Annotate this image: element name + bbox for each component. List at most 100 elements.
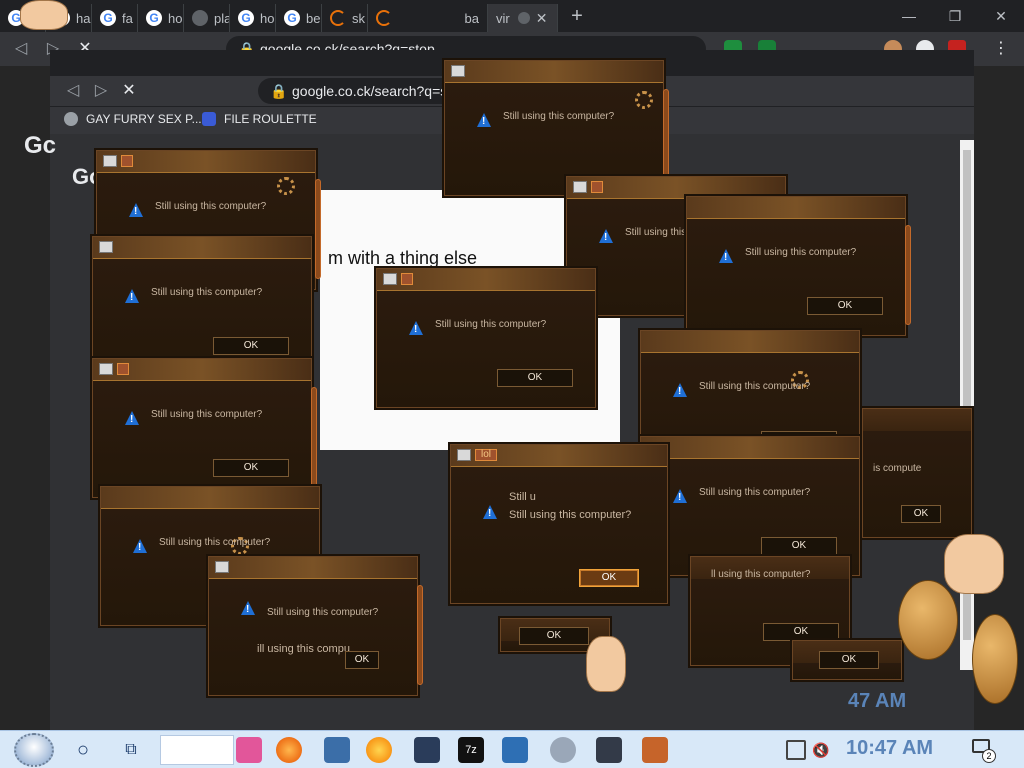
dialog-titlebar[interactable] — [445, 61, 663, 83]
tab-label: fa — [122, 10, 133, 26]
app-badge-icon: lol — [475, 449, 497, 461]
potato-cartoon — [898, 580, 958, 660]
ok-button[interactable]: OK — [761, 537, 837, 555]
dialog-message: Still using this computer? — [151, 409, 263, 420]
browser-icon[interactable] — [366, 737, 392, 763]
error-dialog: is compute OK — [862, 408, 972, 538]
tab-5[interactable]: pla — [184, 4, 230, 32]
info-icon: ! — [673, 383, 687, 397]
dialog-titlebar[interactable] — [641, 437, 859, 459]
ok-button[interactable]: OK — [519, 627, 589, 645]
ok-button[interactable]: OK — [807, 297, 883, 315]
tab-10-active[interactable]: vir ✕ — [488, 4, 558, 32]
google-logo-ghost: Gc — [24, 132, 57, 159]
ok-button[interactable]: OK — [579, 569, 639, 587]
clock-ghost: 47 AM — [848, 690, 907, 712]
close-window-button[interactable]: ✕ — [978, 0, 1024, 32]
dialog-message: Still using this computer? — [151, 287, 263, 298]
taskbar: ○ ⧉ 7z 🔇 10:47 AM 2 — [0, 730, 1024, 768]
inner-forward-button[interactable]: ▷ — [90, 80, 112, 102]
tab-6[interactable]: Gho — [230, 4, 276, 32]
action-center-icon[interactable]: 2 — [972, 739, 996, 763]
dialog-titlebar[interactable]: lol — [451, 445, 667, 467]
bookmark-2[interactable]: FILE ROULETTE — [202, 112, 317, 126]
firefox-icon[interactable] — [276, 737, 302, 763]
tab-9[interactable]: ba — [368, 4, 488, 32]
inner-back-button[interactable]: ◁ — [62, 80, 84, 102]
dialog-titlebar[interactable] — [97, 151, 315, 173]
copper-pipe — [905, 225, 911, 325]
ok-button[interactable]: OK — [213, 459, 289, 477]
back-button[interactable]: ◁ — [10, 38, 32, 60]
google-favicon-icon: G — [146, 10, 162, 26]
info-icon: ! — [719, 249, 733, 263]
inner-stop-button[interactable]: ✕ — [118, 80, 140, 102]
arcade-app-icon[interactable] — [596, 737, 622, 763]
dialog-titlebar[interactable] — [687, 197, 905, 219]
app-icon — [103, 155, 117, 167]
package-app-icon[interactable] — [642, 737, 668, 763]
dialog-titlebar[interactable] — [641, 331, 859, 353]
dialog-titlebar[interactable] — [377, 269, 595, 291]
error-dialog: ! Still using this computer? ill using t… — [208, 556, 423, 696]
gear-icon — [635, 91, 653, 109]
maximize-button[interactable]: ❐ — [932, 0, 978, 32]
notes-app-icon[interactable] — [236, 737, 262, 763]
ok-button[interactable]: OK — [213, 337, 289, 355]
bookmark-1[interactable]: GAY FURRY SEX P... — [64, 112, 202, 126]
dialog-message: Still using this computer? — [159, 537, 271, 548]
cortana-icon[interactable]: ○ — [70, 737, 96, 763]
tab-label: vir — [496, 10, 510, 26]
mute-icon — [517, 12, 530, 24]
browser-menu-button[interactable]: ⋮ — [990, 38, 1012, 60]
ok-button[interactable]: OK — [763, 623, 839, 641]
close-tab-icon[interactable]: ✕ — [536, 10, 548, 27]
tab-label: ba — [464, 10, 479, 26]
info-icon: ! — [483, 505, 497, 519]
dialog-titlebar[interactable] — [93, 237, 311, 259]
file-explorer-icon[interactable] — [324, 737, 350, 763]
dialog-message: Still using this computer? — [503, 111, 615, 122]
start-button[interactable] — [14, 733, 54, 767]
gear-icon — [277, 177, 295, 195]
app-icon — [99, 363, 113, 375]
tab-8[interactable]: sk — [322, 4, 368, 32]
cartoon-face-right — [944, 534, 1004, 594]
error-dialog: OK — [792, 640, 902, 680]
tab-3[interactable]: Gfa — [92, 4, 138, 32]
dialog-titlebar[interactable] — [209, 557, 417, 579]
google-favicon-icon: G — [238, 10, 254, 26]
dialog-message-fragment: ill using this compu — [257, 643, 350, 655]
copper-pipe — [311, 387, 317, 487]
7zip-icon[interactable]: 7z — [458, 737, 484, 763]
app-icon — [573, 181, 587, 193]
error-dialog: ! Still using this computer? OK — [686, 196, 911, 336]
copper-pipe — [417, 585, 423, 685]
task-view-icon[interactable]: ⧉ — [118, 737, 144, 763]
network-app-icon[interactable] — [550, 737, 576, 763]
ok-button[interactable]: OK — [345, 651, 379, 669]
ok-button[interactable]: OK — [497, 369, 573, 387]
taskbar-search[interactable] — [160, 735, 234, 765]
dialog-titlebar[interactable] — [93, 359, 311, 381]
minimize-button[interactable]: — — [886, 0, 932, 32]
app-badge-icon — [401, 273, 413, 285]
ok-button[interactable]: OK — [901, 505, 941, 523]
tab-7[interactable]: Gbe — [276, 4, 322, 32]
info-icon: ! — [129, 203, 143, 217]
game-app-icon[interactable] — [414, 737, 440, 763]
meme-caption: m with a thing else — [328, 248, 478, 268]
bookmark-label: GAY FURRY SEX P... — [86, 112, 202, 126]
ok-button[interactable]: OK — [819, 651, 879, 669]
volume-muted-icon[interactable]: 🔇 — [812, 740, 832, 760]
taskbar-clock[interactable]: 10:47 AM — [846, 737, 933, 760]
google-favicon-icon: G — [284, 10, 300, 26]
tab-4[interactable]: Gho — [138, 4, 184, 32]
app-badge-icon — [117, 363, 129, 375]
dialog-titlebar[interactable] — [101, 487, 319, 509]
copper-pipe — [315, 179, 321, 279]
lock-icon: 🔒 — [270, 83, 288, 99]
network-tray-icon[interactable] — [786, 740, 806, 760]
calendar-app-icon[interactable] — [502, 737, 528, 763]
new-tab-button[interactable]: + — [566, 5, 588, 28]
